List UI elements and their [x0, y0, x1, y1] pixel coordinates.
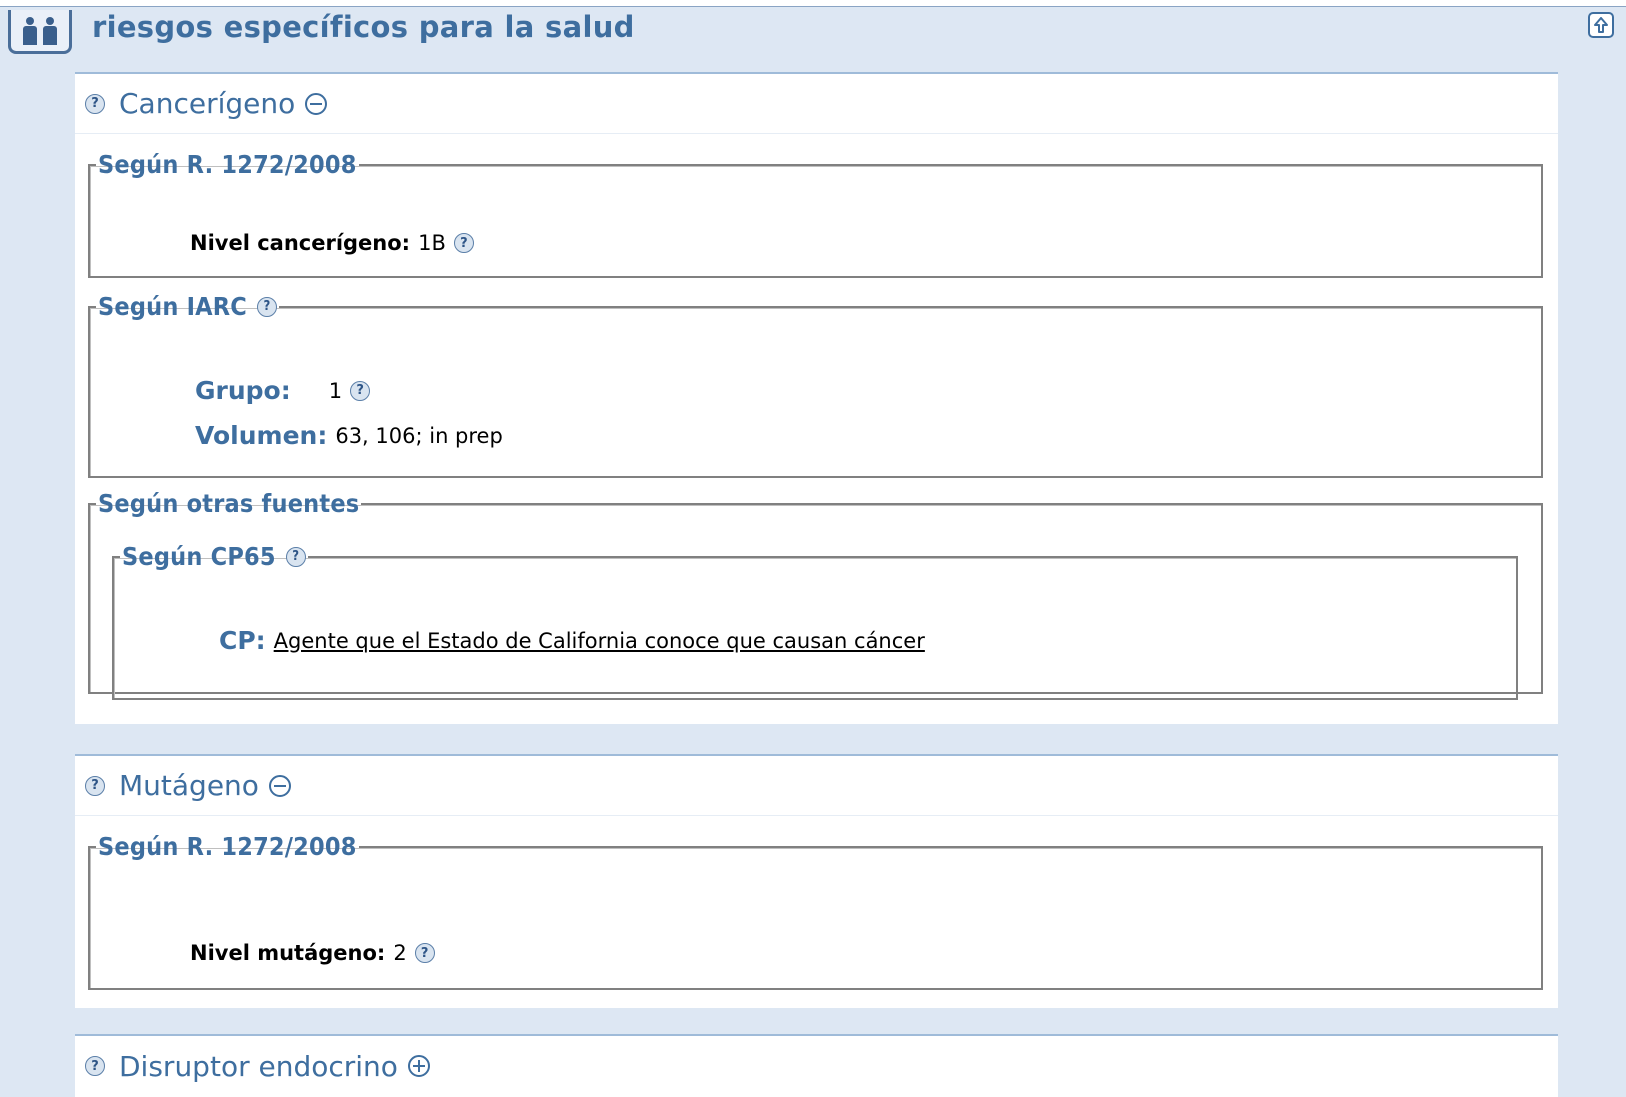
section-title: riesgos específicos para la salud — [92, 10, 635, 44]
fieldset-r1272-mutageno: Según R. 1272/2008 Nivel mutágeno: 2 ? — [88, 832, 1543, 990]
legend-r1272: Según R. 1272/2008 — [96, 150, 359, 179]
fieldset-iarc: Según IARC ? Grupo: 1 ? Volumen: 63, 106… — [88, 292, 1543, 478]
volumen-row: Volumen: 63, 106; in prep — [195, 421, 503, 450]
nivel-cancerigeno-value: 1B — [418, 231, 446, 255]
back-to-top-button[interactable] — [1588, 12, 1614, 38]
help-icon[interactable]: ? — [350, 380, 371, 401]
arrow-up-icon — [1594, 17, 1608, 33]
legend-cp65: Según CP65 ? — [120, 542, 308, 571]
fieldset-otras-fuentes: Según otras fuentes Según CP65 ? CP: Age… — [88, 489, 1543, 700]
nivel-mutageno-value: 2 — [393, 941, 407, 965]
legend-text: Según R. 1272/2008 — [98, 832, 357, 861]
cp65-link[interactable]: Agente que el Estado de California conoc… — [274, 629, 925, 653]
grupo-value: 1 — [328, 378, 343, 403]
cp-row: CP: Agente que el Estado de California c… — [219, 626, 925, 655]
panel-disruptor: ? Disruptor endocrino — [75, 1034, 1558, 1097]
nivel-mutageno-row: Nivel mutágeno: 2 ? — [190, 941, 435, 965]
panel-header-disruptor: ? Disruptor endocrino — [75, 1036, 1558, 1096]
nivel-mutageno-label: Nivel mutágeno: — [190, 941, 386, 965]
legend-text: Según CP65 — [122, 542, 276, 571]
person-icon — [23, 16, 37, 45]
expand-icon[interactable] — [407, 1055, 430, 1077]
fieldset-r1272-cancerigeno: Según R. 1272/2008 Nivel cancerígeno: 1B… — [88, 150, 1543, 278]
cp-label: CP: — [219, 626, 266, 655]
volumen-label: Volumen: — [195, 421, 328, 450]
nivel-cancerigeno-label: Nivel cancerígeno: — [190, 231, 411, 255]
help-icon[interactable]: ? — [85, 1056, 105, 1076]
legend-text: Según IARC — [98, 292, 248, 321]
volumen-value: 63, 106; in prep — [335, 423, 503, 448]
help-icon[interactable]: ? — [85, 93, 105, 114]
collapse-icon[interactable] — [268, 774, 291, 797]
legend-text: Según otras fuentes — [98, 489, 360, 518]
nivel-cancerigeno-row: Nivel cancerígeno: 1B ? — [190, 231, 474, 255]
help-icon[interactable]: ? — [285, 546, 306, 567]
legend-otras-fuentes: Según otras fuentes — [96, 489, 361, 518]
help-icon[interactable]: ? — [414, 943, 435, 963]
collapse-icon[interactable] — [305, 92, 328, 115]
top-rule — [0, 0, 1626, 7]
people-icon — [8, 10, 72, 54]
grupo-row: Grupo: 1 ? — [195, 376, 371, 405]
panel-title-disruptor: Disruptor endocrino — [119, 1049, 398, 1083]
panel-header-mutageno: ? Mutágeno — [75, 756, 1558, 816]
panel-title-cancerigeno: Cancerígeno — [119, 87, 296, 120]
legend-iarc: Según IARC ? — [96, 292, 279, 321]
help-icon[interactable]: ? — [453, 233, 474, 253]
help-icon[interactable]: ? — [85, 775, 105, 796]
fieldset-cp65: Según CP65 ? CP: Agente que el Estado de… — [112, 542, 1518, 700]
panel-cancerigeno: ? Cancerígeno Según R. 1272/2008 Nivel c… — [75, 72, 1558, 724]
person-icon — [43, 16, 57, 45]
panel-mutageno: ? Mutágeno Según R. 1272/2008 Nivel mutá… — [75, 754, 1558, 1008]
help-icon[interactable]: ? — [257, 296, 278, 317]
panel-header-cancerigeno: ? Cancerígeno — [75, 74, 1558, 134]
legend-text: Según R. 1272/2008 — [98, 150, 357, 179]
legend-r1272: Según R. 1272/2008 — [96, 832, 359, 861]
panel-title-mutageno: Mutágeno — [119, 769, 259, 802]
grupo-label: Grupo: — [195, 376, 291, 405]
